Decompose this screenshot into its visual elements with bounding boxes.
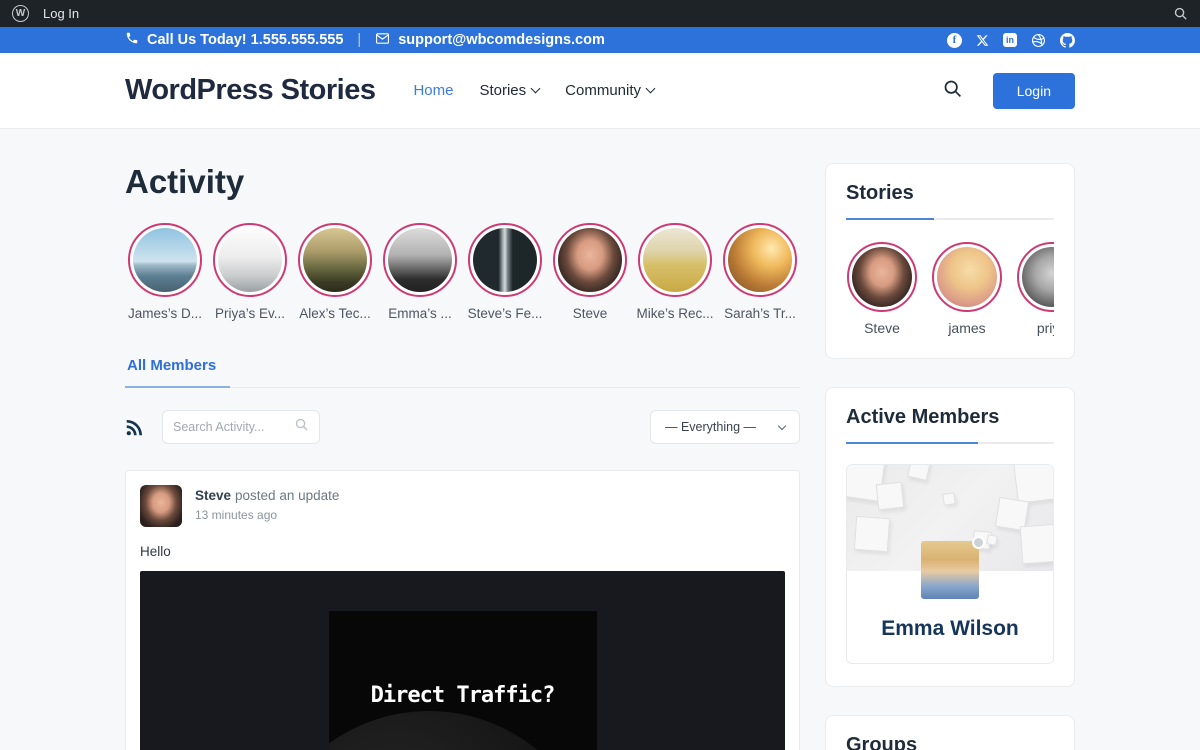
story-item[interactable]: Mike’s Rec... bbox=[635, 223, 715, 321]
x-twitter-icon[interactable] bbox=[976, 34, 989, 47]
story-avatar bbox=[553, 223, 627, 297]
story-item[interactable]: Steve bbox=[550, 223, 630, 321]
story-avatar bbox=[638, 223, 712, 297]
activity-search-box bbox=[162, 410, 320, 444]
facebook-icon[interactable]: f bbox=[947, 33, 962, 48]
post-media[interactable]: Direct Traffic? bbox=[140, 571, 785, 750]
wordpress-logo-icon[interactable]: W bbox=[12, 5, 29, 22]
top-contact-bar: Call Us Today! 1.555.555.555 | support@w… bbox=[0, 27, 1200, 53]
search-icon[interactable] bbox=[294, 417, 309, 437]
activity-tabs: All Members bbox=[125, 347, 800, 388]
post-media-image: Direct Traffic? bbox=[329, 611, 597, 750]
active-members-widget: Active Members Emma W bbox=[825, 387, 1075, 687]
post-author-avatar[interactable] bbox=[140, 485, 182, 527]
story-avatar bbox=[298, 223, 372, 297]
member-status-dot bbox=[972, 536, 985, 549]
groups-widget: Groups bbox=[825, 715, 1075, 750]
story-item[interactable]: Alex’s Tec... bbox=[295, 223, 375, 321]
story-item[interactable]: Sarah’s Tr... bbox=[720, 223, 800, 321]
linkedin-icon[interactable]: in bbox=[1003, 33, 1017, 47]
stories-widget: Stories Steve james priya bbox=[825, 163, 1075, 359]
tab-all-members[interactable]: All Members bbox=[125, 347, 230, 388]
story-avatar bbox=[1017, 242, 1054, 312]
nav-item-home[interactable]: Home bbox=[413, 82, 453, 99]
post-action-text: posted an update bbox=[235, 488, 339, 503]
story-avatar bbox=[128, 223, 202, 297]
sidebar-story-item[interactable]: james bbox=[931, 242, 1003, 336]
member-card[interactable]: Emma Wilson bbox=[846, 464, 1054, 664]
story-avatar bbox=[383, 223, 457, 297]
story-item[interactable]: James’s D... bbox=[125, 223, 205, 321]
story-avatar bbox=[932, 242, 1002, 312]
stories-carousel: James’s D... Priya’s Ev... Alex’s Tec...… bbox=[125, 223, 800, 321]
story-item[interactable]: Steve’s Fe... bbox=[465, 223, 545, 321]
activity-search-input[interactable] bbox=[173, 420, 294, 434]
contact-separator: | bbox=[357, 32, 361, 48]
story-item[interactable]: Priya’s Ev... bbox=[210, 223, 290, 321]
main-nav: Home Stories Community bbox=[413, 82, 654, 99]
chevron-down-icon bbox=[531, 84, 541, 94]
widget-title: Stories bbox=[846, 182, 1054, 205]
admin-login-link[interactable]: Log In bbox=[43, 6, 79, 21]
widget-title: Groups bbox=[846, 734, 1054, 750]
github-icon[interactable] bbox=[1060, 33, 1075, 48]
phone-icon bbox=[125, 31, 139, 49]
story-item[interactable]: Emma’s ... bbox=[380, 223, 460, 321]
story-avatar bbox=[213, 223, 287, 297]
sidebar-story-item[interactable]: Steve bbox=[846, 242, 918, 336]
activity-post: Steve posted an update 13 minutes ago Hel… bbox=[125, 470, 800, 750]
member-avatar[interactable] bbox=[921, 541, 979, 599]
activity-filter-select[interactable]: — Everything — bbox=[650, 410, 800, 444]
post-author-link[interactable]: Steve bbox=[195, 488, 231, 503]
post-timestamp[interactable]: 13 minutes ago bbox=[195, 508, 339, 522]
page-title: Activity bbox=[125, 163, 800, 201]
nav-item-community[interactable]: Community bbox=[565, 82, 654, 99]
chevron-down-icon bbox=[646, 84, 656, 94]
envelope-icon bbox=[375, 31, 390, 50]
dribbble-icon[interactable] bbox=[1031, 33, 1046, 48]
story-avatar bbox=[468, 223, 542, 297]
story-avatar bbox=[847, 242, 917, 312]
sidebar-story-item[interactable]: priya bbox=[1016, 242, 1054, 336]
admin-search-icon[interactable] bbox=[1173, 6, 1188, 21]
widget-title: Active Members bbox=[846, 406, 1054, 429]
site-logo[interactable]: WordPress Stories bbox=[125, 74, 375, 107]
story-avatar bbox=[723, 223, 797, 297]
member-name[interactable]: Emma Wilson bbox=[847, 617, 1053, 641]
header-search-icon[interactable] bbox=[942, 78, 963, 104]
support-email-link[interactable]: support@wbcomdesigns.com bbox=[398, 32, 605, 48]
nav-item-stories[interactable]: Stories bbox=[479, 82, 539, 99]
post-body-text: Hello bbox=[140, 544, 785, 559]
media-caption-text: Direct Traffic? bbox=[329, 683, 597, 708]
social-links: f in bbox=[947, 33, 1075, 48]
login-button[interactable]: Login bbox=[993, 73, 1075, 109]
media-moon-graphic bbox=[329, 711, 597, 750]
wp-admin-bar: W Log In bbox=[0, 0, 1200, 27]
rss-icon[interactable] bbox=[125, 418, 144, 437]
site-header: WordPress Stories Home Stories Community… bbox=[0, 53, 1200, 128]
chevron-down-icon bbox=[778, 421, 786, 429]
phone-number-link[interactable]: Call Us Today! 1.555.555.555 bbox=[147, 32, 343, 48]
